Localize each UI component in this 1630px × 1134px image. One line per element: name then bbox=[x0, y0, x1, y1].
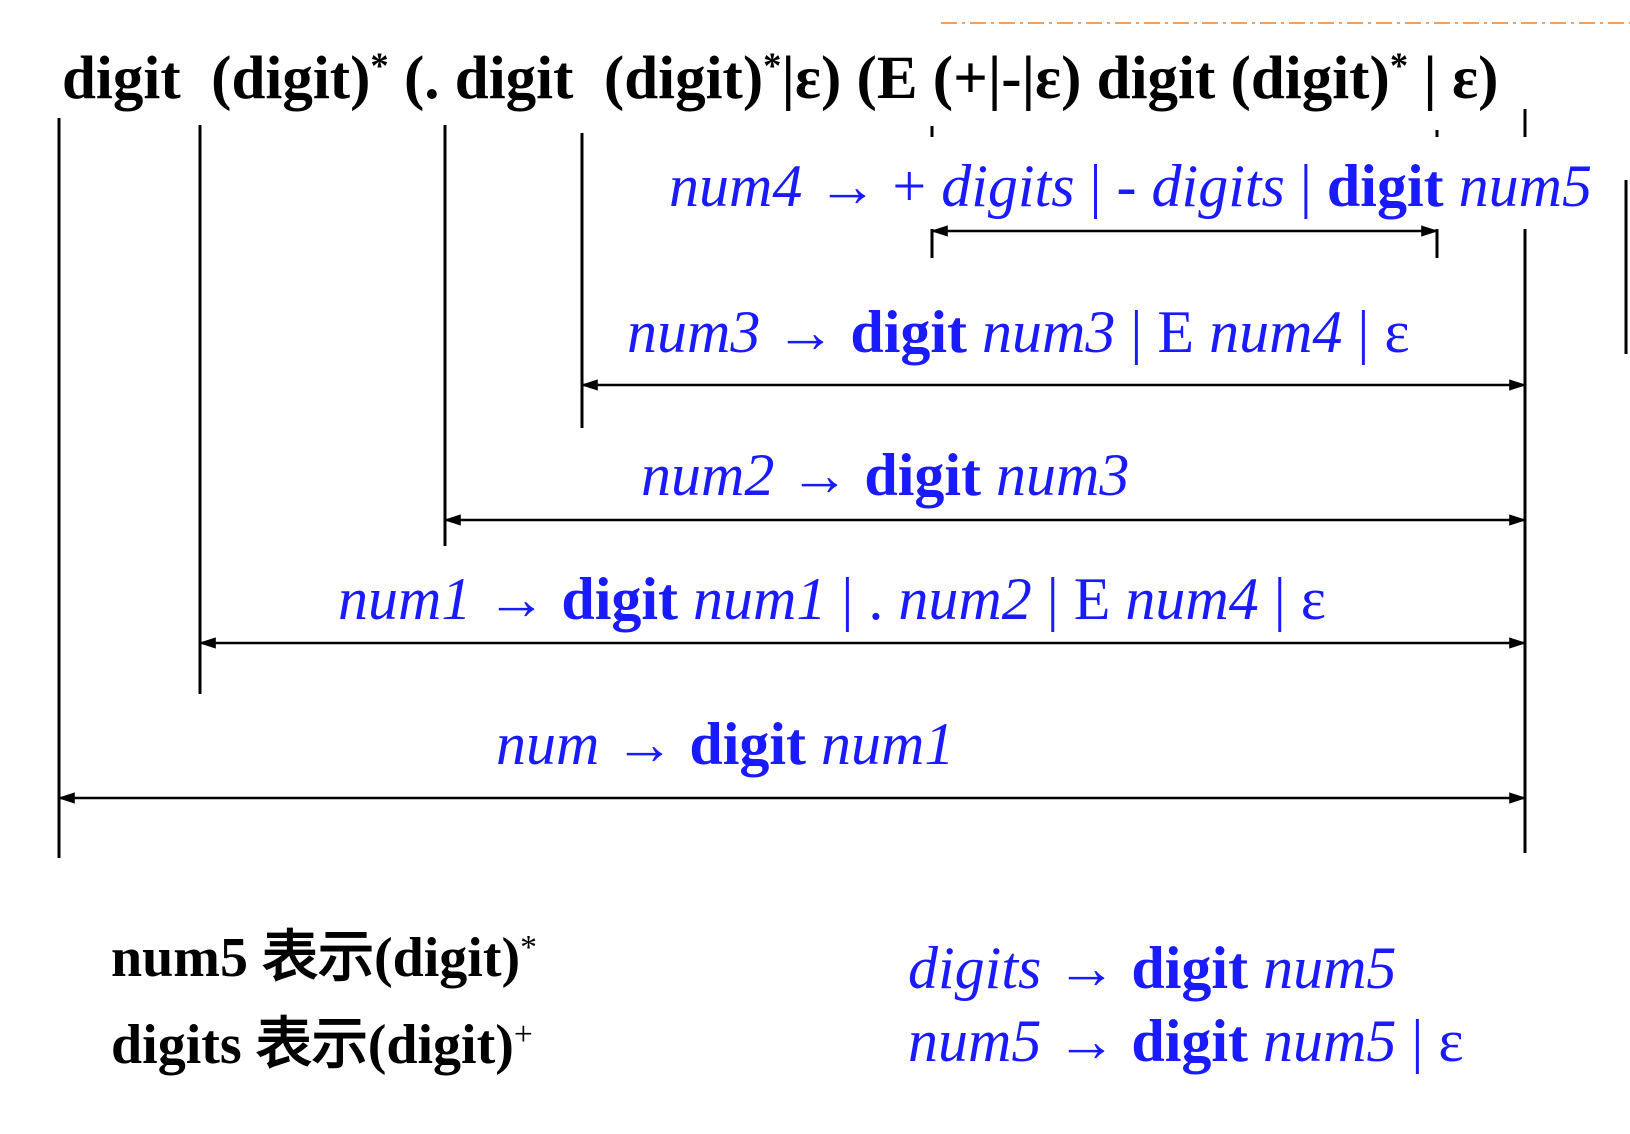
production-num4-symbol-0: num4 bbox=[669, 153, 802, 219]
production-num2-terminal-2: digit bbox=[864, 442, 981, 508]
note-num5-meaning-terminal-0: num5 表示(digit) bbox=[111, 927, 520, 989]
production-digits-symbol-4: num5 bbox=[1263, 935, 1396, 1001]
production-digits-symbol-0: digits bbox=[908, 935, 1041, 1001]
production-num4-symbol-8: num5 bbox=[1459, 153, 1592, 219]
production-num3-symbol-6: num4 bbox=[1209, 299, 1342, 365]
production-num5-text-1: → bbox=[1041, 1008, 1131, 1074]
production-num: num → digit num1 bbox=[496, 711, 954, 777]
production-num-symbol-0: num bbox=[496, 711, 599, 777]
production-num4-text-5: | bbox=[1285, 153, 1327, 219]
regex-expression-terminal-6: | ε) bbox=[1408, 45, 1498, 112]
production-num4-text-3: | - bbox=[1075, 153, 1152, 219]
production-num5-symbol-0: num5 bbox=[908, 1008, 1041, 1074]
production-num1-text-1: → bbox=[471, 566, 561, 632]
regex-expression-superscript-1: * bbox=[370, 45, 388, 86]
production-num1-symbol-0: num1 bbox=[338, 566, 471, 632]
production-num3-symbol-0: num3 bbox=[627, 299, 760, 365]
production-num5-text-5: | ε bbox=[1396, 1008, 1463, 1074]
regex-expression-superscript-3: * bbox=[763, 45, 781, 86]
production-num-terminal-2: digit bbox=[689, 711, 806, 777]
production-digits-text-1: → bbox=[1041, 935, 1131, 1001]
production-num3-text-5: | E bbox=[1115, 299, 1209, 365]
production-num4-text-1: → + bbox=[802, 153, 941, 219]
note-digits-meaning-terminal-0: digits 表示(digit) bbox=[111, 1014, 514, 1076]
production-num3-text-1: → bbox=[760, 299, 850, 365]
production-num4-symbol-2: digits bbox=[941, 153, 1074, 219]
production-num1-text-7: | E bbox=[1032, 566, 1126, 632]
regex-expression: digit (digit)* (. digit (digit)*|ε) (E (… bbox=[62, 45, 1498, 113]
production-digits: digits → digit num5 bbox=[908, 935, 1396, 1001]
regex-expression-terminal-0: digit (digit) bbox=[62, 45, 370, 112]
production-num4-symbol-4: digits bbox=[1152, 153, 1285, 219]
production-digits-text-3 bbox=[1248, 935, 1263, 1001]
production-num2-symbol-4: num3 bbox=[996, 442, 1129, 508]
production-num3-symbol-4: num3 bbox=[982, 299, 1115, 365]
production-num1-symbol-6: num2 bbox=[898, 566, 1031, 632]
production-num2-symbol-0: num2 bbox=[641, 442, 774, 508]
production-num1-text-9: | ε bbox=[1259, 566, 1326, 632]
production-num1-text-3 bbox=[678, 566, 693, 632]
production-num4-terminal-6: digit bbox=[1327, 153, 1444, 219]
note-digits-meaning: digits 表示(digit)+ bbox=[111, 1014, 533, 1076]
note-digits-meaning-superscript-1: + bbox=[514, 1016, 533, 1053]
production-num2: num2 → digit num3 bbox=[641, 442, 1129, 508]
production-num-symbol-4: num1 bbox=[821, 711, 954, 777]
production-num1-symbol-8: num4 bbox=[1125, 566, 1258, 632]
production-num-text-1: → bbox=[599, 711, 689, 777]
number-grammar-diagram: digit (digit)* (. digit (digit)*|ε) (E (… bbox=[57, 22, 1630, 1076]
production-num2-text-1: → bbox=[774, 442, 864, 508]
production-num4: num4 → + digits | - digits | digit num5 bbox=[669, 153, 1592, 219]
production-num5: num5 → digit num5 | ε bbox=[908, 1008, 1464, 1074]
production-num3-text-7: | ε bbox=[1342, 299, 1409, 365]
production-num-text-3 bbox=[806, 711, 821, 777]
production-digits-terminal-2: digit bbox=[1131, 935, 1248, 1001]
production-num2-text-3 bbox=[981, 442, 996, 508]
production-num1: num1 → digit num1 | . num2 | E num4 | ε bbox=[338, 566, 1326, 632]
production-num1-text-5: | . bbox=[826, 566, 898, 632]
note-num5-meaning: num5 表示(digit)* bbox=[111, 927, 537, 989]
production-num3: num3 → digit num3 | E num4 | ε bbox=[627, 299, 1410, 365]
production-num4-text-7 bbox=[1444, 153, 1459, 219]
production-num5-terminal-2: digit bbox=[1131, 1008, 1248, 1074]
production-num5-symbol-4: num5 bbox=[1263, 1008, 1396, 1074]
production-num3-text-3 bbox=[967, 299, 982, 365]
production-num1-symbol-4: num1 bbox=[693, 566, 826, 632]
regex-expression-superscript-5: * bbox=[1390, 45, 1408, 86]
production-num3-terminal-2: digit bbox=[850, 299, 967, 365]
regex-expression-terminal-2: (. digit (digit) bbox=[389, 45, 763, 112]
production-num1-terminal-2: digit bbox=[561, 566, 678, 632]
note-num5-meaning-superscript-1: * bbox=[520, 929, 537, 966]
regex-expression-terminal-4: |ε) (E (+|-|ε) digit (digit) bbox=[781, 45, 1389, 112]
production-num5-text-3 bbox=[1248, 1008, 1263, 1074]
